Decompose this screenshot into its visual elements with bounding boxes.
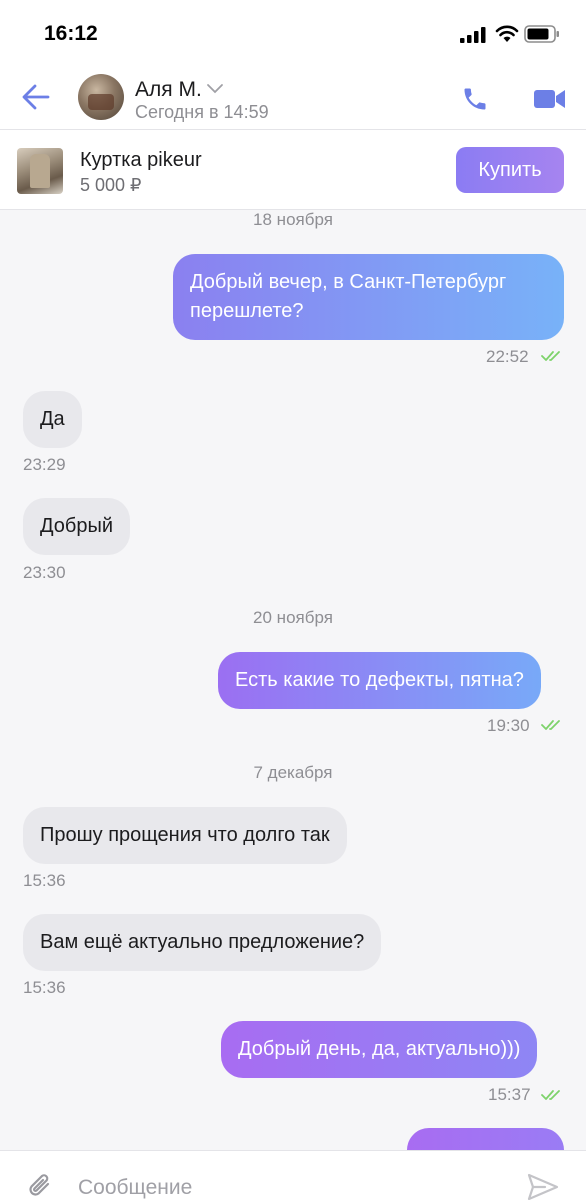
read-double-check-icon [541,1090,560,1100]
message-text: Добрый день, да, актуально))) [238,1038,521,1060]
message-text: Прошу прощения что долго так [40,824,330,846]
message-time: 15:36 [23,871,66,890]
message-time: 15:36 [23,978,66,997]
incoming-message[interactable]: Вам ещё актуально предложение? [23,914,382,971]
product-price: 5 000 ₽ [80,175,142,195]
outgoing-message[interactable]: Есть какие то дефекты, пятна? [218,652,541,709]
video-camera-icon[interactable] [534,88,565,110]
status-bar: 16:12 [0,0,586,64]
date-divider: 18 ноября [253,210,333,229]
product-thumbnail[interactable] [17,148,63,194]
battery-icon [524,25,559,43]
buy-button[interactable]: Купить [456,147,564,193]
status-time: 16:12 [44,22,98,45]
last-seen: Сегодня в 14:59 [135,102,269,122]
incoming-message[interactable]: Добрый [23,498,131,555]
product-title: Куртка pikeur [80,149,202,171]
message-text: Добрый вечер, в Санкт-Петербург перешлет… [190,271,507,322]
wifi-icon [495,25,519,42]
paperclip-icon[interactable] [26,1171,54,1200]
message-text: Добрый [40,515,114,537]
message-composer [0,1150,586,1200]
incoming-message[interactable]: Да [23,391,82,448]
message-text: Да [40,408,65,430]
send-icon[interactable] [527,1173,559,1200]
date-divider: 20 ноября [253,608,333,627]
contact-name[interactable]: Аля М. [135,78,202,102]
avatar[interactable] [78,74,124,120]
message-text: Вам ещё актуально предложение? [40,931,365,953]
message-time: 15:37 [488,1085,531,1104]
chevron-down-icon[interactable] [206,83,224,95]
phone-icon[interactable] [461,85,489,113]
chat-header: Аля М. Сегодня в 14:59 [0,64,586,130]
message-time: 22:52 [486,347,529,366]
incoming-message[interactable]: Прошу прощения что долго так [23,807,347,864]
read-double-check-icon [541,351,560,361]
outgoing-message[interactable]: Добрый день, да, актуально))) [221,1021,538,1078]
signal-icon [460,27,486,43]
message-time: 23:30 [23,563,66,582]
message-time: 19:30 [487,716,530,735]
message-input[interactable] [78,1173,498,1200]
back-arrow-icon[interactable] [22,84,50,110]
date-divider: 7 декабря [253,763,333,782]
product-bar[interactable]: Куртка pikeur 5 000 ₽ Купить [0,130,586,210]
message-time: 23:29 [23,455,66,474]
read-double-check-icon [541,720,560,730]
message-text: Есть какие то дефекты, пятна? [235,669,524,691]
outgoing-message[interactable]: Добрый вечер, в Санкт-Петербург перешлет… [173,254,564,340]
